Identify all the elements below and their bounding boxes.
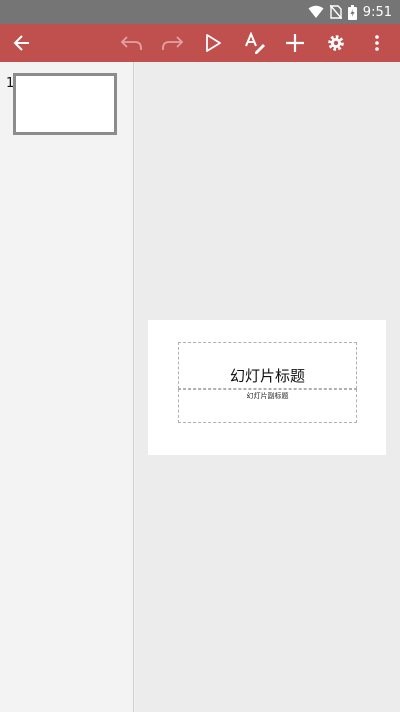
undo-icon [120, 36, 142, 50]
status-bar: 9:51 [0, 0, 400, 24]
text-format-icon [245, 32, 265, 54]
undo-button[interactable] [112, 24, 152, 62]
slide-thumbnails-panel: 1 [0, 62, 134, 712]
status-time: 9:51 [362, 4, 392, 20]
back-arrow-icon [13, 35, 29, 51]
subtitle-placeholder-text: 幻灯片副标题 [246, 392, 289, 400]
wifi-icon [308, 5, 324, 18]
title-placeholder-text: 幻灯片标题 [229, 367, 305, 385]
play-icon [206, 34, 221, 52]
add-button[interactable] [275, 24, 315, 62]
play-slideshow-button[interactable] [193, 24, 233, 62]
add-icon [286, 34, 304, 52]
slide[interactable]: 幻灯片标题 幻灯片副标题 [148, 320, 386, 455]
redo-icon [162, 36, 184, 50]
status-icons: 9:51 [308, 0, 392, 24]
subtitle-placeholder[interactable]: 幻灯片副标题 [178, 389, 357, 423]
redo-button[interactable] [152, 24, 192, 62]
slide-editor-canvas: 幻灯片标题 幻灯片副标题 [135, 62, 400, 712]
settings-gear-icon [328, 35, 344, 51]
more-options-button[interactable] [357, 24, 397, 62]
slide-thumbnail[interactable] [13, 73, 117, 135]
settings-button[interactable] [316, 24, 356, 62]
back-button[interactable] [2, 24, 42, 62]
more-vert-icon [375, 35, 379, 51]
battery-charging-icon [347, 4, 357, 20]
toolbar [0, 24, 400, 62]
no-sim-icon [329, 5, 342, 19]
text-format-button[interactable] [235, 24, 275, 62]
title-placeholder[interactable]: 幻灯片标题 [178, 342, 357, 389]
